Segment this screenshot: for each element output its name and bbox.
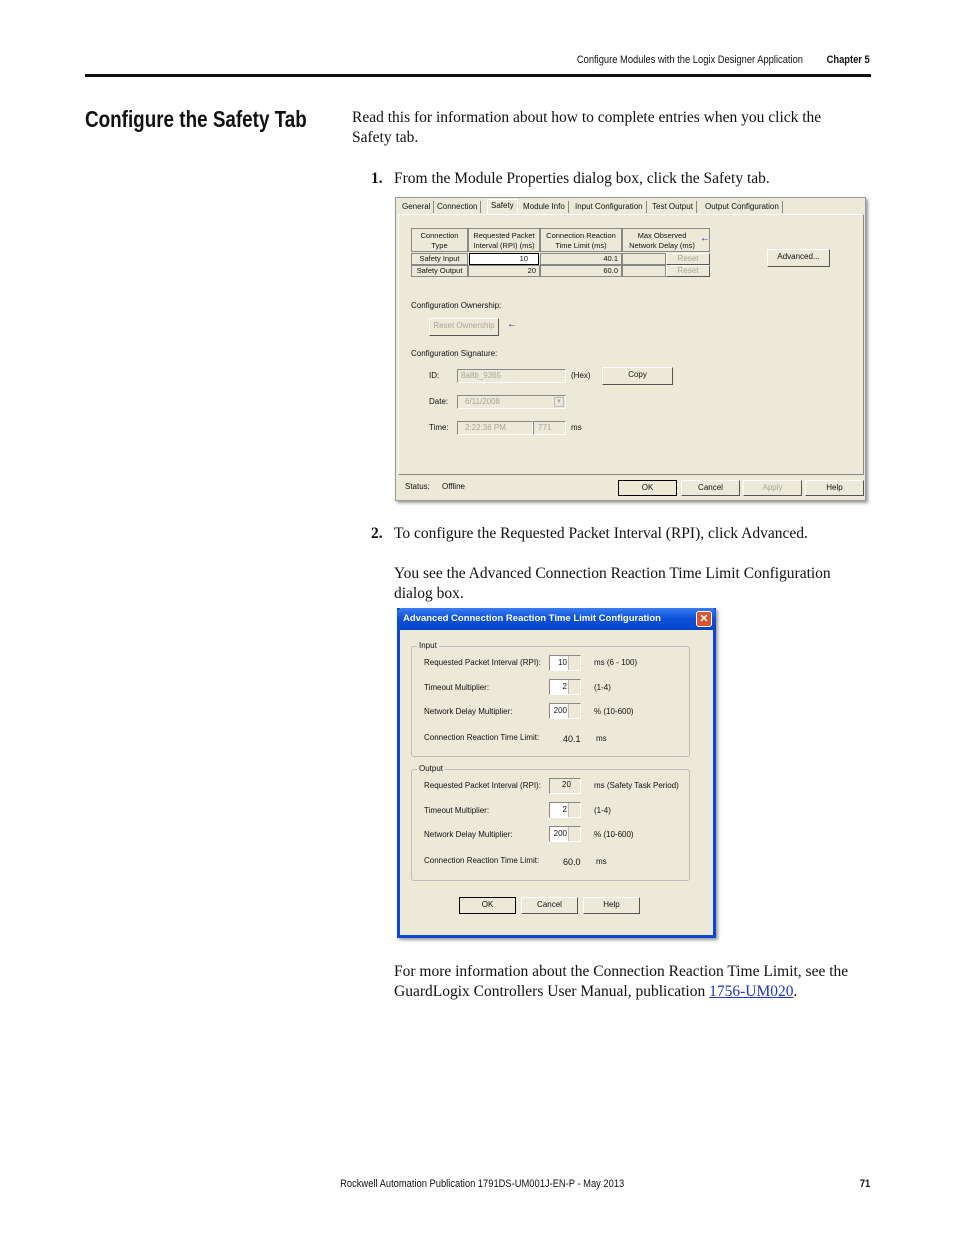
header-chapter: Chapter 5 (826, 54, 870, 66)
page-number: 71 (859, 1178, 870, 1190)
output-legend: Output (417, 764, 446, 773)
row-limit: 40.1 (540, 253, 622, 265)
copy-button[interactable]: Copy (602, 367, 673, 385)
network-delay-range: % (10-600) (594, 707, 634, 716)
col-header-type: Connection Type (411, 228, 468, 252)
id-field[interactable]: 8a8b_9365 (457, 369, 566, 383)
ms-label: ms (571, 423, 582, 432)
crtl-label: Connection Reaction Time Limit: (424, 733, 540, 742)
input-crtl-value: 40.1 (563, 734, 581, 744)
input-network-delay-spinner[interactable]: 200 (549, 703, 581, 719)
col-header-delay: Max Observed Network Delay (ms) (622, 228, 710, 252)
header-rule (85, 74, 871, 77)
crtl-label: Connection Reaction Time Limit: (424, 856, 540, 865)
signature-label: Configuration Signature: (411, 349, 498, 358)
tab-input-configuration[interactable]: Input Configuration (572, 201, 647, 213)
step-1-text: From the Module Properties dialog box, c… (394, 170, 770, 187)
rpi-label: Requested Packet Interval (RPI): (424, 781, 541, 790)
output-group: Output Requested Packet Interval (RPI): … (411, 764, 690, 881)
chevron-down-icon[interactable]: ▼ (554, 397, 564, 407)
help-button[interactable]: Help (583, 897, 640, 914)
row-type: Safety Input (411, 253, 468, 265)
ok-button[interactable]: OK (618, 480, 677, 496)
arrow-left-icon: ← (507, 319, 517, 330)
publication-link[interactable]: 1756-UM020 (709, 983, 793, 1000)
tab-general[interactable]: General (399, 201, 435, 213)
ownership-label: Configuration Ownership: (411, 301, 502, 310)
row-delay (622, 265, 666, 277)
network-delay-range: % (10-600) (594, 830, 634, 839)
crtl-unit: ms (596, 857, 607, 866)
footer-publication: Rockwell Automation Publication 1791DS-U… (339, 1178, 624, 1190)
time-field[interactable]: 2:22:36 PM (457, 421, 533, 435)
step-2-text: To configure the Requested Packet Interv… (394, 525, 808, 542)
intro-text: Read this for information about how to c… (352, 109, 822, 146)
closing-period: . (793, 983, 798, 1000)
hex-label: (Hex) (571, 371, 591, 380)
page-title: Configure the Safety Tab (85, 106, 307, 132)
output-crtl-value: 60.0 (563, 857, 581, 867)
cancel-button[interactable]: Cancel (681, 480, 740, 496)
tab-connection[interactable]: Connection (434, 201, 482, 213)
arrow-left-icon: ← (700, 233, 710, 244)
date-select[interactable]: 6/11/2008 ▼ (457, 395, 566, 409)
input-legend: Input (417, 641, 439, 650)
cancel-button[interactable]: Cancel (521, 897, 578, 914)
step-2-followup: You see the Advanced Connection Reaction… (394, 565, 831, 602)
tab-safety[interactable]: Safety (487, 199, 518, 214)
timeout-range: (1-4) (594, 806, 611, 815)
row-delay (622, 253, 666, 265)
crtl-unit: ms (596, 734, 607, 743)
time-label: Time: (429, 423, 449, 432)
date-label: Date: (429, 397, 449, 406)
row-rpi: 20 (468, 265, 540, 277)
dialog-title: Advanced Connection Reaction Time Limit … (403, 613, 661, 624)
rpi-range: ms (6 - 100) (594, 658, 638, 667)
reset-input-button[interactable]: Reset (666, 253, 710, 265)
ms-field[interactable]: 771 (533, 421, 566, 435)
input-rpi-spinner[interactable]: 10 (549, 655, 581, 671)
advanced-dialog: Advanced Connection Reaction Time Limit … (397, 608, 716, 938)
network-delay-label: Network Delay Multiplier: (424, 830, 513, 839)
input-group: Input Requested Packet Interval (RPI): 1… (411, 641, 690, 757)
status-label: Status: (405, 482, 430, 491)
tab-module-info[interactable]: Module Info (520, 201, 569, 213)
advanced-button[interactable]: Advanced... (767, 249, 830, 267)
status-value: Offline (442, 482, 465, 491)
ok-button[interactable]: OK (459, 897, 516, 914)
step-1-number: 1. (371, 170, 383, 187)
module-properties-dialog: General Connection Safety Module Info In… (395, 197, 866, 501)
header-section: Configure Modules with the Logix Designe… (576, 54, 803, 66)
network-delay-label: Network Delay Multiplier: (424, 707, 513, 716)
timeout-label: Timeout Multiplier: (424, 806, 490, 815)
input-timeout-spinner[interactable]: 2 (549, 679, 581, 695)
output-timeout-spinner[interactable]: 2 (549, 802, 581, 818)
output-rpi-field: 20 (549, 778, 581, 794)
reset-output-button[interactable]: Reset (666, 265, 710, 277)
tab-output-configuration[interactable]: Output Configuration (702, 201, 783, 213)
closing-text: For more information about the Connectio… (394, 962, 872, 1002)
step-2-number: 2. (371, 525, 383, 542)
reset-ownership-button[interactable]: Reset Ownership (429, 318, 499, 336)
id-label: ID: (429, 371, 440, 380)
col-header-limit: Connection Reaction Time Limit (ms) (540, 228, 622, 252)
timeout-range: (1-4) (594, 683, 611, 692)
col-header-rpi: Requested Packet Interval (RPI) (ms) (468, 228, 540, 252)
row-limit: 60.0 (540, 265, 622, 277)
rpi-range: ms (Safety Task Period) (594, 781, 679, 790)
timeout-label: Timeout Multiplier: (424, 683, 490, 692)
help-button[interactable]: Help (805, 480, 864, 496)
tab-test-output[interactable]: Test Output (649, 201, 697, 213)
rpi-input[interactable]: 10 (469, 253, 539, 265)
close-icon[interactable]: ✕ (696, 611, 712, 627)
row-type: Safety Output (411, 265, 468, 277)
title-bar: Advanced Connection Reaction Time Limit … (397, 608, 716, 630)
apply-button[interactable]: Apply (743, 480, 802, 496)
rpi-label: Requested Packet Interval (RPI): (424, 658, 541, 667)
date-value: 6/11/2008 (465, 397, 500, 406)
output-network-delay-spinner[interactable]: 200 (549, 826, 581, 842)
